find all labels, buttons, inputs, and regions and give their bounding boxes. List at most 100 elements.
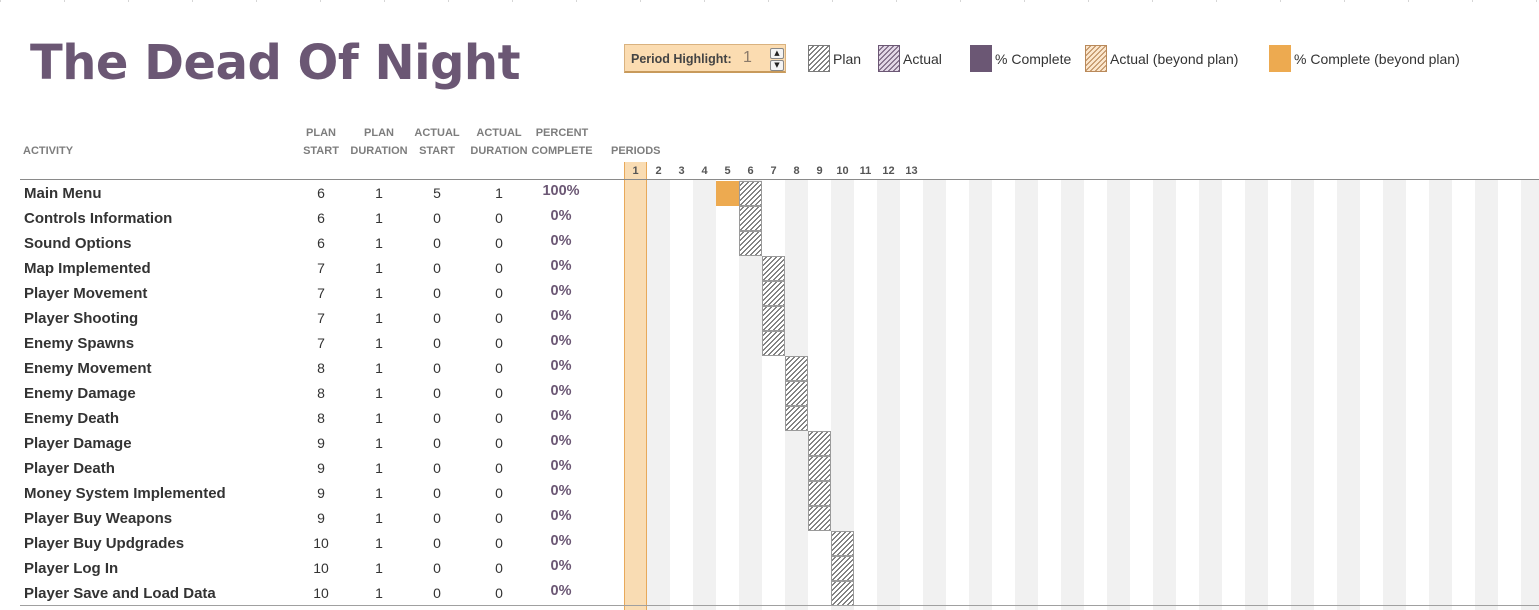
actual-duration-cell[interactable]: 0	[479, 431, 519, 456]
table-row[interactable]: Map Implemented 7 1 0 0 0%	[0, 256, 1539, 281]
activity-name[interactable]: Map Implemented	[24, 256, 151, 281]
activity-name[interactable]: Enemy Damage	[24, 381, 136, 406]
table-row[interactable]: Enemy Movement 8 1 0 0 0%	[0, 356, 1539, 381]
percent-complete-cell[interactable]: 0%	[536, 304, 586, 329]
percent-complete-cell[interactable]: 0%	[536, 279, 586, 304]
table-row[interactable]: Player Buy Updgrades 10 1 0 0 0%	[0, 531, 1539, 556]
plan-duration-cell[interactable]: 1	[359, 206, 399, 231]
actual-start-cell[interactable]: 0	[417, 281, 457, 306]
actual-duration-cell[interactable]: 0	[479, 456, 519, 481]
actual-duration-cell[interactable]: 0	[479, 531, 519, 556]
activity-name[interactable]: Enemy Death	[24, 406, 119, 431]
table-row[interactable]: Enemy Spawns 7 1 0 0 0%	[0, 331, 1539, 356]
plan-start-cell[interactable]: 10	[301, 556, 341, 581]
actual-duration-cell[interactable]: 0	[479, 231, 519, 256]
plan-start-cell[interactable]: 8	[301, 406, 341, 431]
actual-start-cell[interactable]: 0	[417, 231, 457, 256]
percent-complete-cell[interactable]: 0%	[536, 254, 586, 279]
table-row[interactable]: Player Buy Weapons 9 1 0 0 0%	[0, 506, 1539, 531]
actual-duration-cell[interactable]: 0	[479, 406, 519, 431]
plan-start-cell[interactable]: 9	[301, 481, 341, 506]
table-row[interactable]: Player Death 9 1 0 0 0%	[0, 456, 1539, 481]
plan-duration-cell[interactable]: 1	[359, 406, 399, 431]
actual-duration-cell[interactable]: 0	[479, 306, 519, 331]
plan-duration-cell[interactable]: 1	[359, 531, 399, 556]
actual-start-cell[interactable]: 0	[417, 406, 457, 431]
actual-start-cell[interactable]: 0	[417, 581, 457, 606]
actual-duration-cell[interactable]: 0	[479, 481, 519, 506]
plan-duration-cell[interactable]: 1	[359, 331, 399, 356]
actual-duration-cell[interactable]: 0	[479, 506, 519, 531]
activity-name[interactable]: Sound Options	[24, 231, 131, 256]
activity-name[interactable]: Player Shooting	[24, 306, 138, 331]
plan-duration-cell[interactable]: 1	[359, 256, 399, 281]
plan-start-cell[interactable]: 9	[301, 431, 341, 456]
actual-start-cell[interactable]: 0	[417, 331, 457, 356]
actual-start-cell[interactable]: 0	[417, 506, 457, 531]
actual-start-cell[interactable]: 0	[417, 556, 457, 581]
table-row[interactable]: Enemy Damage 8 1 0 0 0%	[0, 381, 1539, 406]
plan-duration-cell[interactable]: 1	[359, 506, 399, 531]
actual-start-cell[interactable]: 0	[417, 381, 457, 406]
table-row[interactable]: Controls Information 6 1 0 0 0%	[0, 206, 1539, 231]
activity-name[interactable]: Enemy Movement	[24, 356, 152, 381]
actual-duration-cell[interactable]: 1	[479, 181, 519, 206]
spin-up-icon[interactable]: ▲	[770, 48, 784, 59]
activity-name[interactable]: Player Death	[24, 456, 115, 481]
table-row[interactable]: Money System Implemented 9 1 0 0 0%	[0, 481, 1539, 506]
percent-complete-cell[interactable]: 0%	[536, 529, 586, 554]
table-row[interactable]: Player Movement 7 1 0 0 0%	[0, 281, 1539, 306]
plan-start-cell[interactable]: 6	[301, 231, 341, 256]
actual-start-cell[interactable]: 0	[417, 456, 457, 481]
plan-duration-cell[interactable]: 1	[359, 306, 399, 331]
percent-complete-cell[interactable]: 0%	[536, 504, 586, 529]
actual-start-cell[interactable]: 0	[417, 531, 457, 556]
actual-duration-cell[interactable]: 0	[479, 581, 519, 606]
actual-start-cell[interactable]: 0	[417, 431, 457, 456]
percent-complete-cell[interactable]: 0%	[536, 354, 586, 379]
percent-complete-cell[interactable]: 0%	[536, 454, 586, 479]
plan-start-cell[interactable]: 6	[301, 181, 341, 206]
activity-name[interactable]: Money System Implemented	[24, 481, 226, 506]
plan-duration-cell[interactable]: 1	[359, 356, 399, 381]
percent-complete-cell[interactable]: 0%	[536, 379, 586, 404]
activity-name[interactable]: Player Movement	[24, 281, 147, 306]
table-row[interactable]: Player Shooting 7 1 0 0 0%	[0, 306, 1539, 331]
plan-duration-cell[interactable]: 1	[359, 556, 399, 581]
table-row[interactable]: Enemy Death 8 1 0 0 0%	[0, 406, 1539, 431]
percent-complete-cell[interactable]: 0%	[536, 554, 586, 579]
plan-duration-cell[interactable]: 1	[359, 431, 399, 456]
activity-name[interactable]: Player Save and Load Data	[24, 581, 216, 606]
plan-duration-cell[interactable]: 1	[359, 281, 399, 306]
table-row[interactable]: Player Log In 10 1 0 0 0%	[0, 556, 1539, 581]
actual-start-cell[interactable]: 0	[417, 481, 457, 506]
activity-name[interactable]: Controls Information	[24, 206, 172, 231]
actual-duration-cell[interactable]: 0	[479, 356, 519, 381]
plan-start-cell[interactable]: 8	[301, 381, 341, 406]
plan-duration-cell[interactable]: 1	[359, 181, 399, 206]
activity-name[interactable]: Player Damage	[24, 431, 132, 456]
percent-complete-cell[interactable]: 100%	[536, 179, 586, 204]
actual-duration-cell[interactable]: 0	[479, 381, 519, 406]
activity-name[interactable]: Main Menu	[24, 181, 102, 206]
activity-name[interactable]: Enemy Spawns	[24, 331, 134, 356]
actual-start-cell[interactable]: 0	[417, 256, 457, 281]
plan-duration-cell[interactable]: 1	[359, 231, 399, 256]
plan-duration-cell[interactable]: 1	[359, 481, 399, 506]
actual-duration-cell[interactable]: 0	[479, 556, 519, 581]
actual-duration-cell[interactable]: 0	[479, 206, 519, 231]
table-row[interactable]: Player Save and Load Data 10 1 0 0 0%	[0, 581, 1539, 606]
percent-complete-cell[interactable]: 0%	[536, 229, 586, 254]
plan-start-cell[interactable]: 10	[301, 581, 341, 606]
plan-start-cell[interactable]: 7	[301, 331, 341, 356]
plan-start-cell[interactable]: 7	[301, 281, 341, 306]
plan-start-cell[interactable]: 6	[301, 206, 341, 231]
plan-start-cell[interactable]: 7	[301, 256, 341, 281]
table-row[interactable]: Player Damage 9 1 0 0 0%	[0, 431, 1539, 456]
plan-duration-cell[interactable]: 1	[359, 456, 399, 481]
plan-duration-cell[interactable]: 1	[359, 381, 399, 406]
table-row[interactable]: Main Menu 6 1 5 1 100%	[0, 181, 1539, 206]
percent-complete-cell[interactable]: 0%	[536, 429, 586, 454]
actual-duration-cell[interactable]: 0	[479, 256, 519, 281]
actual-duration-cell[interactable]: 0	[479, 331, 519, 356]
